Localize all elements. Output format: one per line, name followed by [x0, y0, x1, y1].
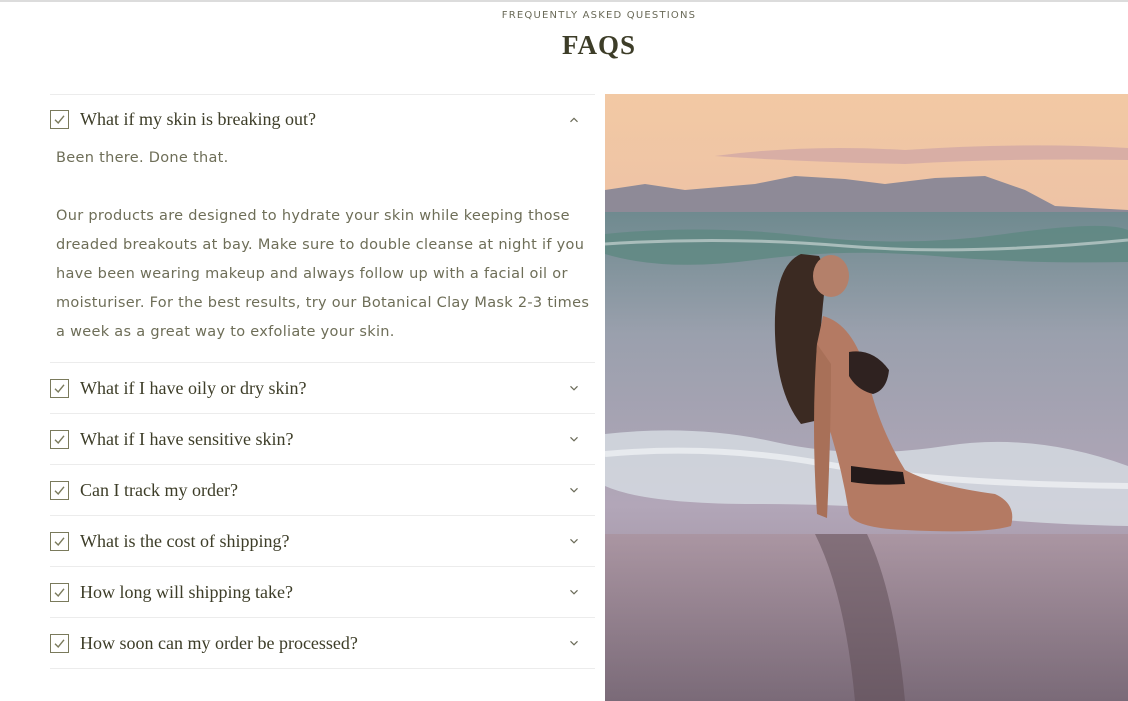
faq-item: What if I have sensitive skin? [50, 414, 595, 465]
page-title: FAQS [561, 30, 636, 60]
chevron-down-icon[interactable] [567, 432, 581, 446]
faq-accordion: What if my skin is breaking out? Been th… [50, 94, 595, 669]
beach-photo [605, 94, 1128, 701]
checkbox-check-icon [50, 480, 69, 500]
faq-question: What if I have oily or dry skin? [80, 377, 307, 398]
faq-answer: Been there. Done that. Our products are … [50, 144, 595, 362]
faq-answer-paragraph: Been there. Done that. [56, 150, 229, 166]
checkbox-check-icon [50, 110, 69, 129]
faq-item: What if I have oily or dry skin? [50, 363, 595, 414]
faq-answer-paragraph: Our products are designed to hydrate you… [56, 208, 590, 340]
checkbox-check-icon [50, 633, 69, 653]
chevron-up-icon[interactable] [567, 113, 581, 127]
chevron-down-icon[interactable] [567, 483, 581, 497]
faq-question-toggle[interactable]: How long will shipping take? [50, 567, 595, 617]
faq-question-toggle[interactable]: What if my skin is breaking out? [50, 95, 595, 144]
top-divider [0, 0, 1128, 2]
faq-question: What if my skin is breaking out? [80, 109, 316, 129]
faq-question: What is the cost of shipping? [80, 530, 290, 551]
faq-question: What if I have sensitive skin? [80, 428, 294, 449]
faq-question: How soon can my order be processed? [80, 632, 358, 653]
faq-question-toggle[interactable]: What is the cost of shipping? [50, 516, 595, 566]
faq-question: Can I track my order? [80, 479, 238, 500]
chevron-down-icon[interactable] [567, 534, 581, 548]
faq-question-toggle[interactable]: Can I track my order? [50, 465, 595, 515]
checkbox-check-icon [50, 429, 69, 449]
checkbox-check-icon [50, 531, 69, 551]
faq-item: Can I track my order? [50, 465, 595, 516]
chevron-down-icon[interactable] [567, 636, 581, 650]
checkbox-check-icon [50, 582, 69, 602]
faq-question-toggle[interactable]: What if I have oily or dry skin? [50, 363, 595, 413]
faq-question-toggle[interactable]: How soon can my order be processed? [50, 618, 595, 668]
faq-item: How long will shipping take? [50, 567, 595, 618]
faq-question: How long will shipping take? [80, 581, 293, 602]
chevron-down-icon[interactable] [567, 585, 581, 599]
faq-question-toggle[interactable]: What if I have sensitive skin? [50, 414, 595, 464]
faq-item: How soon can my order be processed? [50, 618, 595, 669]
chevron-down-icon[interactable] [567, 381, 581, 395]
checkbox-check-icon [50, 378, 69, 398]
section-eyebrow: FREQUENTLY ASKED QUESTIONS [501, 10, 697, 21]
faq-item: What is the cost of shipping? [50, 516, 595, 567]
faq-item: What if my skin is breaking out? Been th… [50, 95, 595, 363]
